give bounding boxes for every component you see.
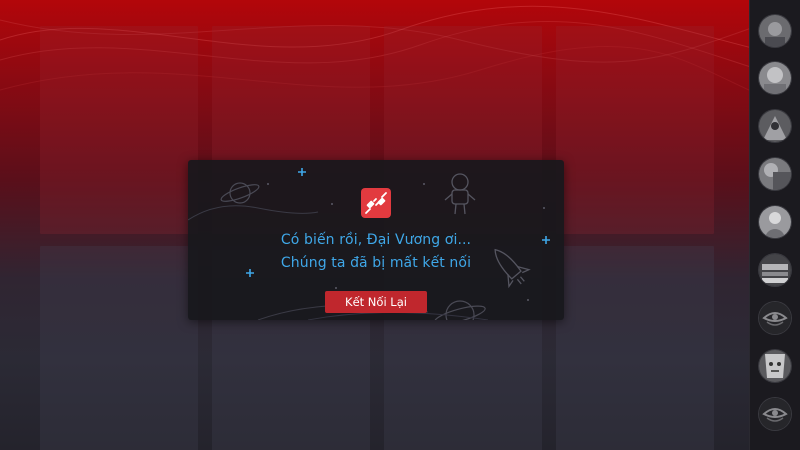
friend-avatar[interactable] xyxy=(759,254,791,286)
reconnect-button[interactable]: Kết Nối Lại xyxy=(325,291,427,313)
avatar-image xyxy=(759,110,791,142)
tile[interactable] xyxy=(556,26,714,234)
avatar-image xyxy=(759,254,791,286)
astronaut-icon xyxy=(444,173,476,215)
disconnect-message: Chúng ta đã bị mất kết nối xyxy=(280,255,472,271)
tile[interactable] xyxy=(40,26,198,234)
eye-logo-icon xyxy=(759,398,791,430)
unplugged-icon xyxy=(361,188,391,218)
tile[interactable] xyxy=(556,246,714,450)
friend-avatar[interactable] xyxy=(759,398,791,430)
friend-avatar[interactable] xyxy=(759,158,791,190)
friend-avatar[interactable] xyxy=(759,206,791,238)
avatar-image xyxy=(759,15,791,47)
avatar-image xyxy=(759,158,791,190)
avatar-image xyxy=(759,350,791,382)
friend-avatar[interactable] xyxy=(759,350,791,382)
friends-sidebar xyxy=(749,0,800,450)
disconnected-dialog: Có biến rồi, Đại Vương ơi... Chúng ta đã… xyxy=(188,160,564,320)
disconnect-title: Có biến rồi, Đại Vương ơi... xyxy=(280,232,472,248)
avatar-image xyxy=(759,62,791,94)
friend-avatar[interactable] xyxy=(759,15,791,47)
planet-icon xyxy=(434,300,486,320)
tile[interactable] xyxy=(40,246,198,450)
friend-avatar[interactable] xyxy=(759,302,791,334)
friend-avatar[interactable] xyxy=(759,62,791,94)
eye-logo-icon xyxy=(759,302,791,334)
app-window: Có biến rồi, Đại Vương ơi... Chúng ta đã… xyxy=(0,0,800,450)
avatar-image xyxy=(759,206,791,238)
planet-icon xyxy=(220,182,260,204)
friend-avatar[interactable] xyxy=(759,110,791,142)
